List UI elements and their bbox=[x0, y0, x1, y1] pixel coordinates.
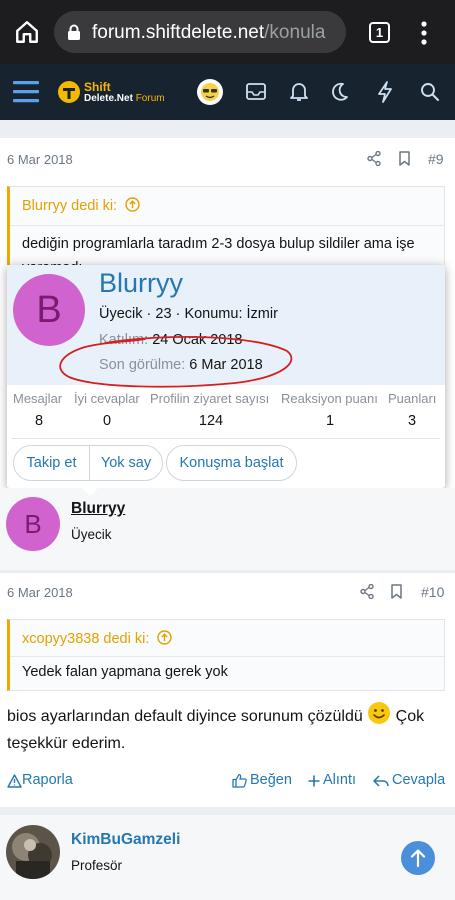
author-role: Profesör bbox=[71, 858, 123, 873]
quote-block: xcopyy3838 dedi ki: Yedek falan yapmana … bbox=[7, 619, 445, 691]
author-name[interactable]: Blurryy bbox=[71, 500, 125, 518]
author-block-next: KimBuGamzeli Profesör bbox=[0, 815, 455, 900]
tooltip-arrow bbox=[80, 486, 100, 496]
thumbs-up-icon bbox=[232, 773, 247, 790]
post-date[interactable]: 6 Mar 2018 bbox=[7, 585, 73, 600]
avatar[interactable] bbox=[6, 825, 60, 879]
quote-author-text: Blurryy dedi ki: bbox=[22, 198, 118, 214]
post-number[interactable]: #10 bbox=[421, 584, 444, 600]
quote-label: Alıntı bbox=[323, 772, 357, 788]
quote-author-text: xcopyy3838 dedi ki: bbox=[22, 631, 150, 647]
member-meta: Üyecik · 23 · Konumu: İzmir bbox=[99, 306, 278, 322]
meta-separator: · bbox=[142, 306, 156, 322]
logo-delete: Delete bbox=[84, 93, 115, 104]
home-icon[interactable] bbox=[14, 19, 40, 45]
bolt-icon[interactable] bbox=[377, 81, 393, 103]
bookmark-icon[interactable] bbox=[399, 151, 410, 166]
bell-icon[interactable] bbox=[290, 82, 308, 102]
member-role: Üyecik bbox=[99, 306, 143, 322]
lock-icon bbox=[67, 24, 81, 41]
ignore-button[interactable]: Yok say bbox=[89, 445, 163, 481]
quote-text: Yedek falan yapmana gerek yok bbox=[22, 664, 228, 680]
reply-button[interactable]: Cevapla bbox=[373, 772, 445, 790]
mail-icon[interactable] bbox=[246, 83, 266, 100]
warning-icon bbox=[7, 774, 22, 790]
reply-label: Cevapla bbox=[392, 772, 446, 788]
hamburger-menu-icon[interactable] bbox=[13, 81, 39, 103]
url-bar[interactable]: forum.shiftdelete.net/konula bbox=[54, 11, 346, 53]
search-icon[interactable] bbox=[420, 82, 440, 102]
stat-label-messages[interactable]: Mesajlar bbox=[13, 391, 62, 406]
quote-author[interactable]: Blurryy dedi ki: bbox=[22, 197, 140, 214]
quote-divider bbox=[10, 656, 444, 657]
scroll-top-icon[interactable] bbox=[401, 841, 435, 875]
post-text-part1: bios ayarlarından default diyince sorunu… bbox=[7, 708, 368, 725]
author-block: B Blurryy Üyecik bbox=[0, 488, 455, 570]
like-label: Beğen bbox=[250, 772, 292, 788]
stat-value-profile-views: 124 bbox=[198, 413, 224, 429]
site-header bbox=[0, 64, 455, 120]
like-button[interactable]: Beğen bbox=[232, 772, 292, 790]
author-name[interactable]: KimBuGamzeli bbox=[71, 831, 180, 849]
logo-icon[interactable] bbox=[57, 80, 81, 104]
location-label: Konumu: bbox=[184, 306, 247, 322]
red-annotation-ellipse bbox=[59, 336, 293, 388]
stat-label-reaction-score[interactable]: Reaksiyon puanı bbox=[281, 391, 378, 406]
post-date[interactable]: 6 Mar 2018 bbox=[7, 152, 73, 167]
stat-label-profile-views[interactable]: Profilin ziyaret sayısı bbox=[150, 391, 269, 406]
bookmark-icon[interactable] bbox=[391, 584, 402, 599]
quote-divider bbox=[10, 225, 444, 226]
quote-button[interactable]: Alıntı bbox=[308, 772, 356, 789]
url-host: forum.shiftdelete.net bbox=[92, 22, 265, 43]
arrow-up-circle-icon[interactable] bbox=[157, 630, 173, 645]
more-vert-icon[interactable] bbox=[420, 21, 428, 45]
post-body: bios ayarlarından default diyince sorunu… bbox=[7, 701, 447, 757]
smiley-emoji-icon bbox=[367, 701, 391, 725]
member-location[interactable]: İzmir bbox=[247, 306, 278, 322]
quote-author[interactable]: xcopyy3838 dedi ki: bbox=[22, 630, 173, 647]
logo-net: .Net bbox=[114, 93, 133, 104]
post-number[interactable]: #9 bbox=[428, 151, 444, 167]
divider bbox=[12, 438, 440, 439]
stat-label-points[interactable]: Puanları bbox=[388, 391, 436, 406]
stat-value-points: 3 bbox=[407, 413, 417, 429]
report-label: Raporla bbox=[22, 772, 73, 788]
stat-value-reaction-score: 1 bbox=[325, 413, 335, 429]
stat-value-good-answers: 0 bbox=[102, 413, 112, 429]
quote-block: Blurryy dedi ki: dediğin programlarla ta… bbox=[7, 186, 445, 276]
moon-icon[interactable] bbox=[331, 82, 349, 102]
stat-label-good-answers[interactable]: İyi cevaplar bbox=[74, 391, 140, 406]
url-text: forum.shiftdelete.net/konula bbox=[92, 22, 342, 44]
member-name[interactable]: Blurryy bbox=[99, 268, 183, 299]
avatar-icon[interactable] bbox=[197, 79, 223, 105]
report-link[interactable]: Raporla bbox=[7, 772, 73, 790]
start-conversation-button[interactable]: Konuşma başlat bbox=[166, 445, 297, 481]
share-icon[interactable] bbox=[367, 151, 381, 166]
tab-switcher-icon[interactable]: 1 bbox=[369, 22, 390, 43]
author-role: Üyecik bbox=[71, 527, 112, 542]
logo-forum: Forum bbox=[132, 93, 165, 104]
logo-subtext: Delete.Net Forum bbox=[84, 93, 165, 104]
plus-icon bbox=[308, 773, 320, 789]
meta-separator: · bbox=[171, 306, 185, 322]
stat-value-messages: 8 bbox=[34, 413, 44, 429]
avatar[interactable]: B bbox=[6, 497, 60, 551]
arrow-up-circle-icon[interactable] bbox=[125, 197, 140, 212]
url-path: /konula bbox=[264, 22, 326, 43]
follow-button[interactable]: Takip et bbox=[13, 445, 90, 481]
reply-icon bbox=[373, 774, 389, 790]
browser-toolbar: forum.shiftdelete.net/konula 1 bbox=[0, 0, 455, 64]
share-icon[interactable] bbox=[360, 584, 374, 599]
member-age: 23 bbox=[155, 306, 172, 322]
logo-text: Shift bbox=[84, 80, 111, 94]
